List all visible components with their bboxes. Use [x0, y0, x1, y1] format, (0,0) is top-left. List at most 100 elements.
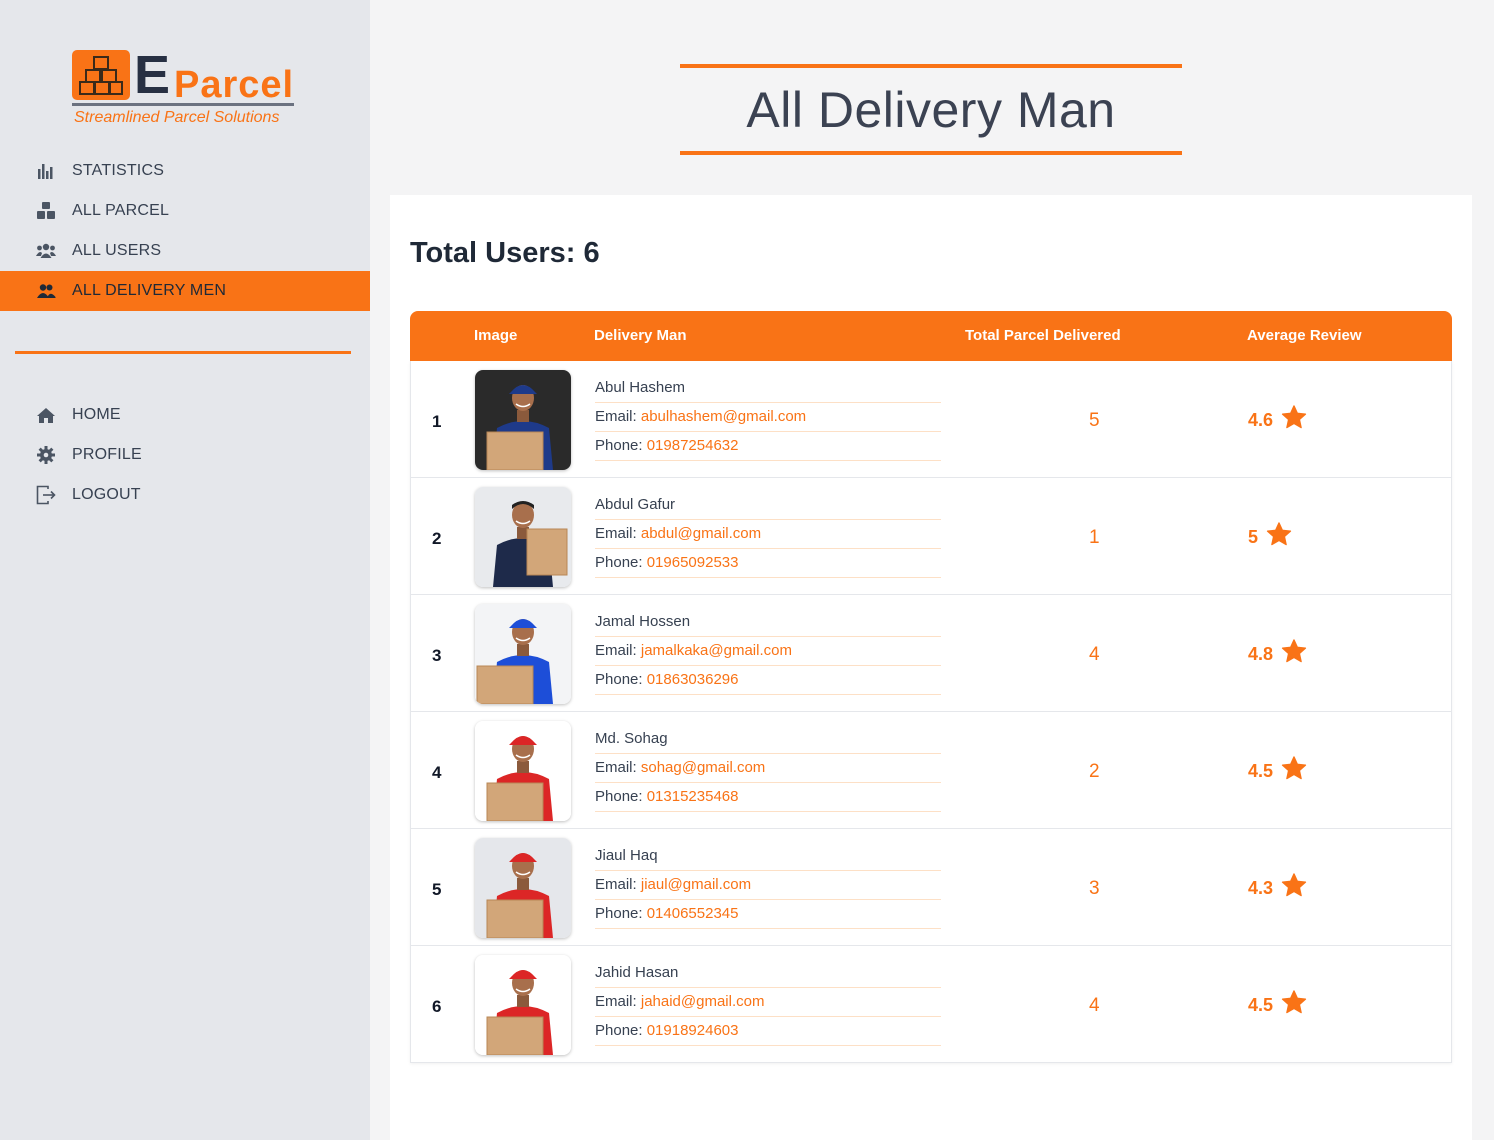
sidebar-item-statistics[interactable]: STATISTICS [0, 151, 370, 191]
delivery-man-info: Abdul Gafur Email: abdul@gmail.com Phone… [595, 491, 941, 578]
sidebar-item-logout[interactable]: LOGOUT [0, 475, 370, 515]
delivery-man-info: Jamal Hossen Email: jamalkaka@gmail.com … [595, 608, 941, 695]
star-icon [1281, 873, 1307, 903]
sidebar-item-all-parcel[interactable]: ALL PARCEL [0, 191, 370, 231]
review-value: 4.5 [1248, 994, 1274, 1015]
column-header-average-review: Average Review [1247, 327, 1362, 344]
review-value: 4.3 [1248, 877, 1274, 898]
sidebar-item-label: ALL USERS [72, 242, 162, 259]
delivery-man-email: Email: jamalkaka@gmail.com [595, 637, 941, 666]
email-value[interactable]: jamalkaka@gmail.com [641, 642, 792, 659]
star-icon [1266, 522, 1292, 552]
table-row[interactable]: 1 Abul Hashem Email: abulhashem@gmail.co… [411, 361, 1451, 478]
sidebar-nav-main: STATISTICS ALL PARCEL ALL USERS ALL DELI… [0, 151, 370, 311]
total-parcel-delivered: 4 [1089, 644, 1100, 665]
sidebar-item-home[interactable]: HOME [0, 395, 370, 435]
phone-value[interactable]: 01315235468 [647, 788, 739, 805]
total-parcel-delivered: 5 [1089, 410, 1100, 431]
star-icon [1281, 990, 1307, 1020]
delivery-man-phone: Phone: 01987254632 [595, 432, 941, 461]
table-row[interactable]: 3 Jamal Hossen Email: jamalkaka@gmail.co… [411, 595, 1451, 712]
email-value[interactable]: abulhashem@gmail.com [641, 408, 806, 425]
table-row[interactable]: 2 Abdul Gafur Email: abdul@gmail.com Pho… [411, 478, 1451, 595]
review-value: 4.8 [1248, 643, 1274, 664]
row-index: 1 [432, 412, 442, 431]
row-index: 4 [432, 763, 442, 782]
email-label: Email: [595, 759, 637, 776]
review-value: 5 [1248, 526, 1259, 547]
delivery-man-info: Md. Sohag Email: sohag@gmail.com Phone: … [595, 725, 941, 812]
row-index: 5 [432, 880, 442, 899]
email-label: Email: [595, 408, 637, 425]
logout-icon [36, 485, 56, 505]
delivery-man-phone: Phone: 01863036296 [595, 666, 941, 695]
phone-label: Phone: [595, 905, 643, 922]
delivery-man-photo [475, 370, 571, 470]
table-row[interactable]: 5 Jiaul Haq Email: jiaul@gmail.com Phone… [411, 829, 1451, 946]
sidebar-item-label: ALL DELIVERY MEN [72, 282, 227, 299]
delivery-man-name: Md. Sohag [595, 725, 941, 754]
phone-label: Phone: [595, 554, 643, 571]
sidebar-item-label: HOME [72, 406, 121, 423]
delivery-man-photo [475, 604, 571, 704]
page-title-block: All Delivery Man [680, 64, 1182, 155]
email-value[interactable]: sohag@gmail.com [641, 759, 765, 776]
sidebar-divider [15, 351, 351, 354]
boxes-icon [36, 201, 56, 221]
phone-value[interactable]: 01406552345 [647, 905, 739, 922]
delivery-man-info: Jiaul Haq Email: jiaul@gmail.com Phone: … [595, 842, 941, 929]
phone-value[interactable]: 01987254632 [647, 437, 739, 454]
sidebar-item-label: PROFILE [72, 446, 142, 463]
phone-label: Phone: [595, 1022, 643, 1039]
total-parcel-delivered: 1 [1089, 527, 1100, 548]
sidebar-item-all-users[interactable]: ALL USERS [0, 231, 370, 271]
table-header: Image Delivery Man Total Parcel Delivere… [410, 311, 1452, 361]
bar-chart-icon [36, 161, 56, 181]
email-value[interactable]: jiaul@gmail.com [641, 876, 751, 893]
delivery-man-email: Email: jahaid@gmail.com [595, 988, 941, 1017]
sidebar-item-label: LOGOUT [72, 486, 141, 503]
table-body: 1 Abul Hashem Email: abulhashem@gmail.co… [410, 361, 1452, 1063]
total-users-count: Total Users: 6 [410, 237, 600, 269]
total-parcel-delivered: 3 [1089, 878, 1100, 899]
email-value[interactable]: jahaid@gmail.com [641, 993, 765, 1010]
delivery-man-phone: Phone: 01965092533 [595, 549, 941, 578]
star-icon [1281, 405, 1307, 435]
sidebar-item-label: STATISTICS [72, 162, 165, 179]
brand-letter: E [134, 45, 171, 105]
sidebar-item-profile[interactable]: PROFILE [0, 435, 370, 475]
email-label: Email: [595, 993, 637, 1010]
delivery-man-photo [475, 721, 571, 821]
delivery-man-name: Jamal Hossen [595, 608, 941, 637]
brand-tagline: Streamlined Parcel Solutions [74, 109, 280, 126]
total-parcel-delivered: 2 [1089, 761, 1100, 782]
delivery-man-name: Abul Hashem [595, 374, 941, 403]
boxes-logo-icon [72, 50, 130, 100]
total-parcel-delivered: 4 [1089, 995, 1100, 1016]
delivery-man-info: Abul Hashem Email: abulhashem@gmail.com … [595, 374, 941, 461]
home-icon [36, 405, 56, 425]
phone-value[interactable]: 01863036296 [647, 671, 739, 688]
sidebar-item-all-delivery-men[interactable]: ALL DELIVERY MEN [0, 271, 370, 311]
review-value: 4.5 [1248, 760, 1274, 781]
delivery-man-name: Jahid Hasan [595, 959, 941, 988]
email-label: Email: [595, 642, 637, 659]
gear-icon [36, 445, 56, 465]
delivery-men-icon [36, 281, 56, 301]
table-row[interactable]: 4 Md. Sohag Email: sohag@gmail.com Phone… [411, 712, 1451, 829]
average-review: 4.5 [1248, 990, 1307, 1020]
review-value: 4.6 [1248, 409, 1274, 430]
phone-value[interactable]: 01918924603 [647, 1022, 739, 1039]
sidebar: E Parcel Streamlined Parcel Solutions ST… [0, 0, 370, 1140]
phone-value[interactable]: 01965092533 [647, 554, 739, 571]
delivery-man-name: Jiaul Haq [595, 842, 941, 871]
delivery-man-phone: Phone: 01315235468 [595, 783, 941, 812]
column-header-delivery-man: Delivery Man [594, 327, 687, 344]
brand-logo[interactable]: E Parcel Streamlined Parcel Solutions [72, 46, 302, 130]
average-review: 4.6 [1248, 405, 1307, 435]
table-row[interactable]: 6 Jahid Hasan Email: jahaid@gmail.com Ph… [411, 946, 1451, 1062]
delivery-man-info: Jahid Hasan Email: jahaid@gmail.com Phon… [595, 959, 941, 1046]
email-label: Email: [595, 876, 637, 893]
email-value[interactable]: abdul@gmail.com [641, 525, 761, 542]
delivery-men-table: Image Delivery Man Total Parcel Delivere… [410, 311, 1452, 1063]
